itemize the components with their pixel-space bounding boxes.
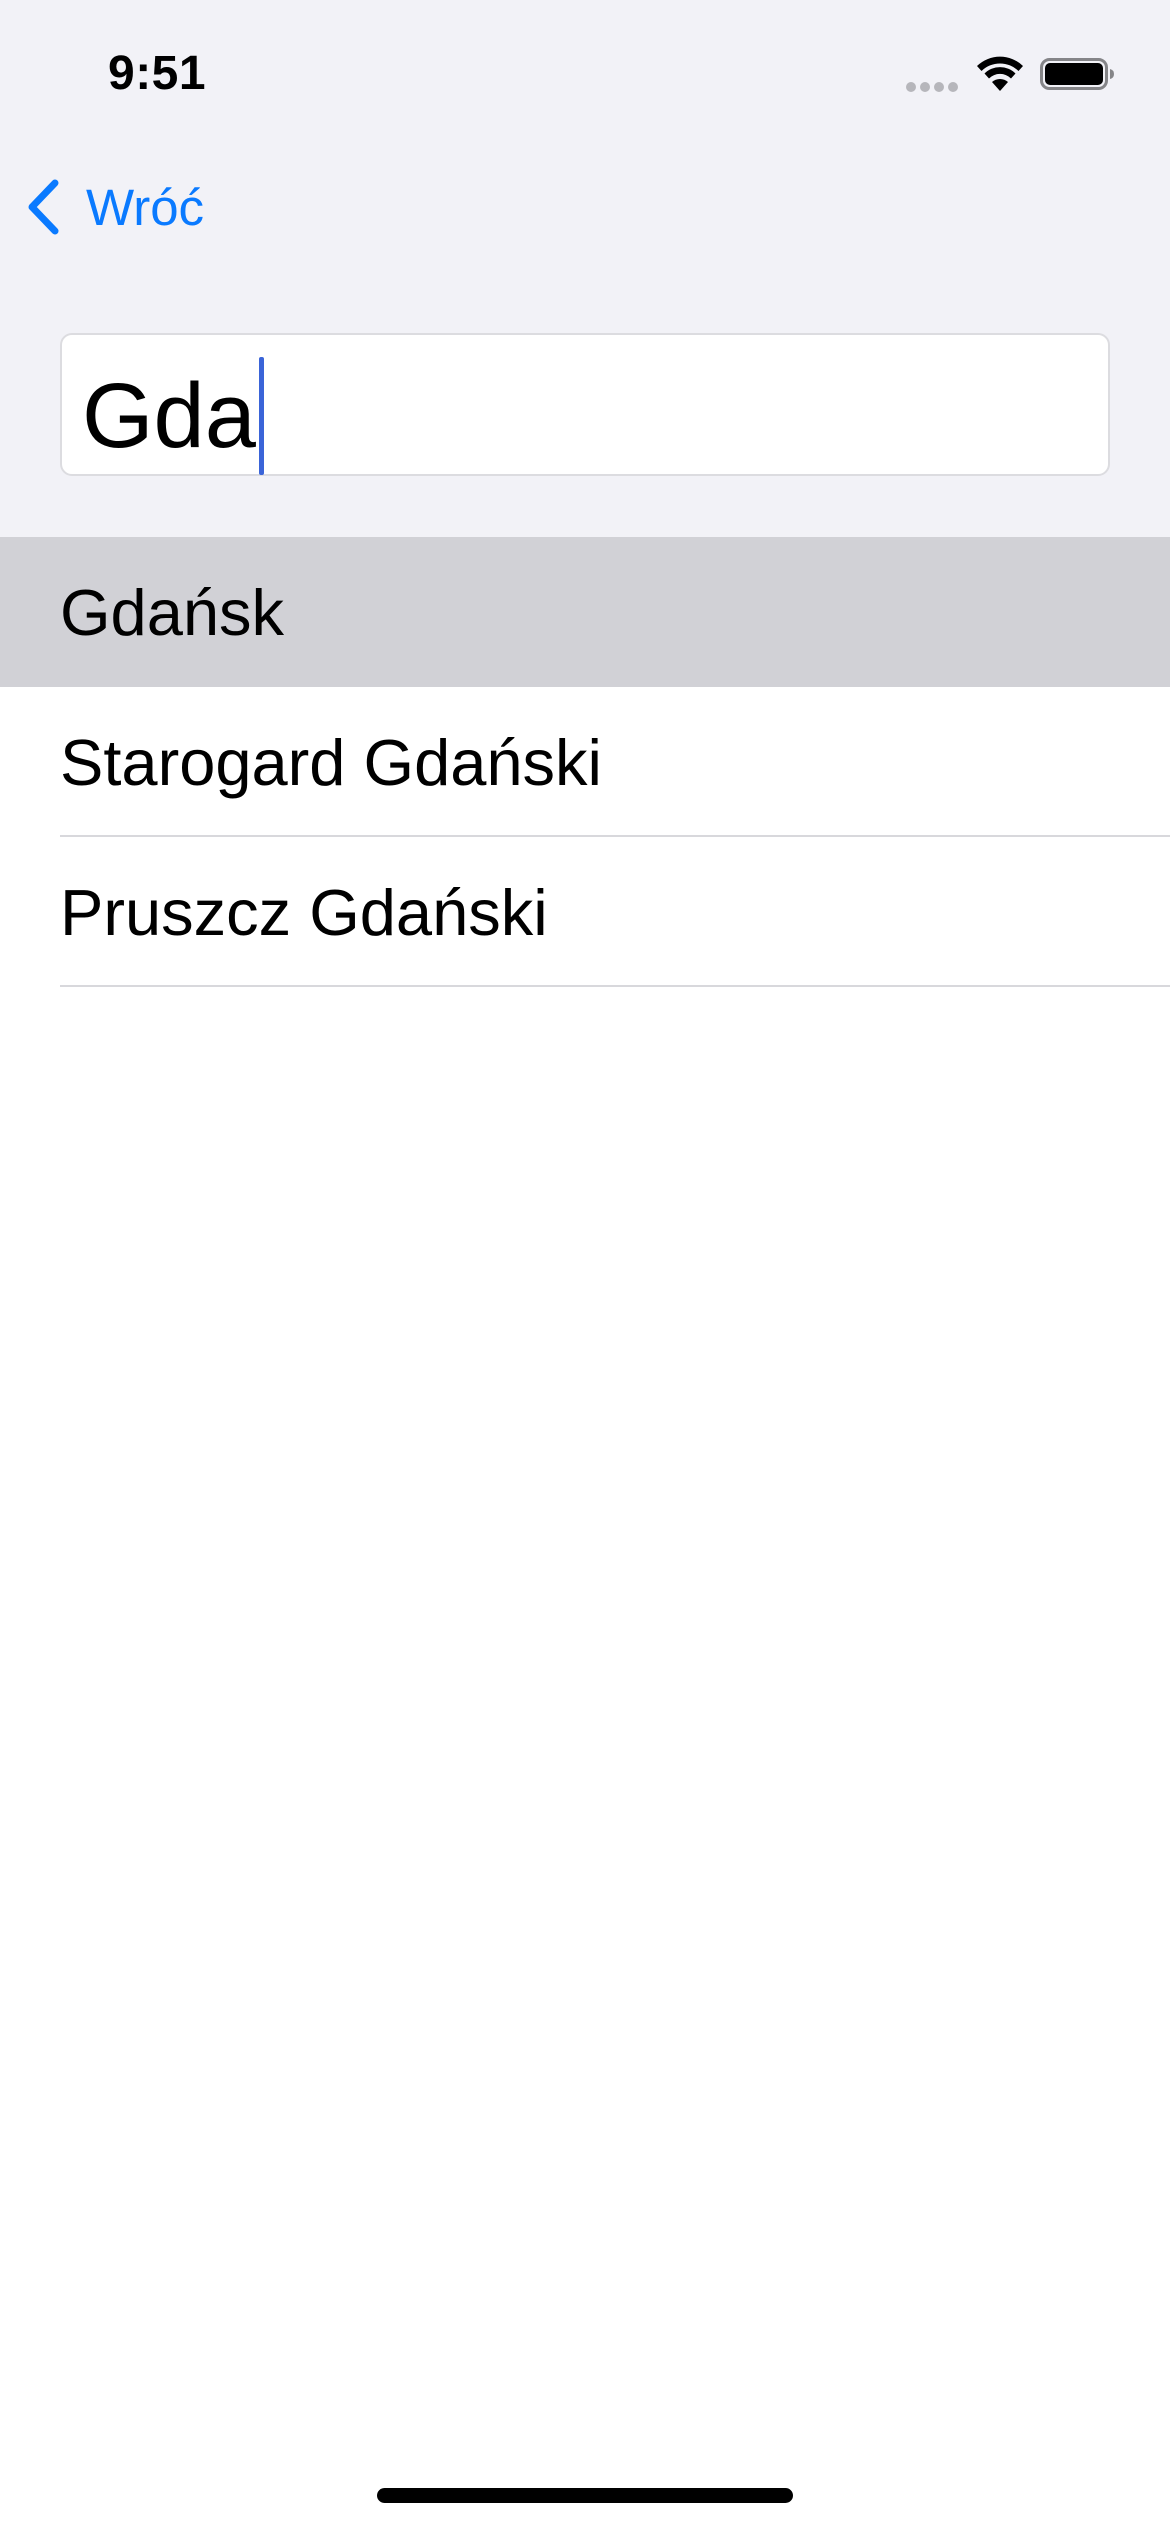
text-caret — [258, 357, 264, 475]
list-item[interactable]: Pruszcz Gdański — [0, 837, 1170, 987]
search-input-value: Gda — [82, 365, 256, 467]
battery-icon — [1040, 58, 1114, 90]
search-input-content: Gda — [82, 357, 264, 475]
wifi-icon — [977, 56, 1023, 91]
row-divider — [60, 985, 1170, 987]
list-item[interactable]: Gdańsk — [0, 537, 1170, 687]
status-bar: 9:51 — [0, 0, 1170, 150]
back-button-label: Wróć — [86, 178, 205, 236]
list-item-label: Starogard Gdański — [60, 725, 602, 799]
chevron-left-icon — [28, 179, 59, 235]
list-item-label: Pruszcz Gdański — [60, 875, 548, 949]
screen: 9:51 Wróć Gda Gdańsk Starogard Gdański P… — [0, 0, 1170, 2532]
list-item[interactable]: Starogard Gdański — [0, 687, 1170, 837]
search-input[interactable]: Gda — [60, 333, 1110, 476]
results-list: Gdańsk Starogard Gdański Pruszcz Gdański — [0, 537, 1170, 987]
home-indicator[interactable] — [377, 2488, 793, 2503]
list-item-label: Gdańsk — [60, 575, 285, 649]
cellular-signal-icon — [906, 82, 960, 92]
status-time: 9:51 — [108, 47, 207, 100]
back-button[interactable]: Wróć — [24, 172, 204, 242]
